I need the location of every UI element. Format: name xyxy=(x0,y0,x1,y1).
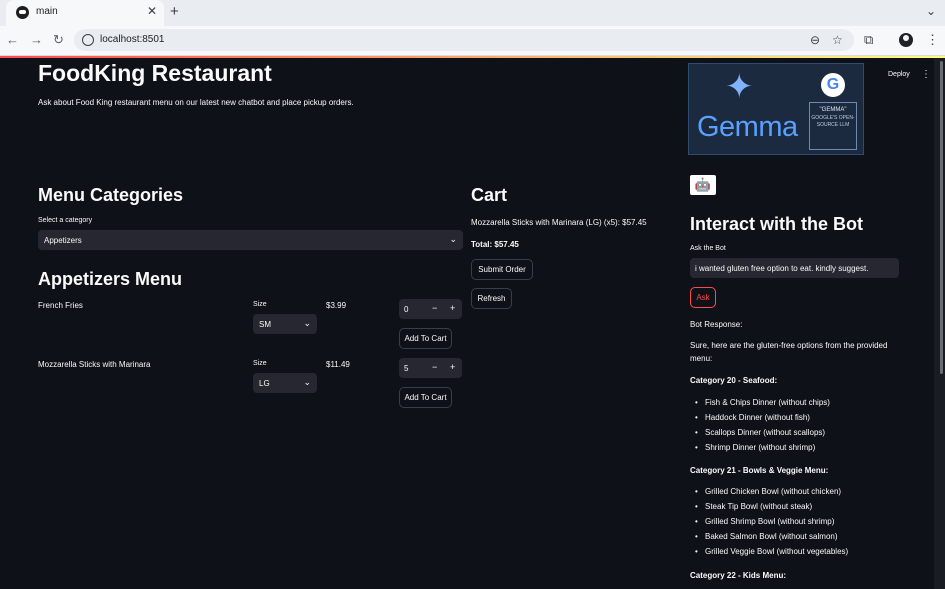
list-item: Steak Tip Bowl (without steak) xyxy=(695,502,812,511)
response-section-title: Category 22 - Kids Menu: xyxy=(690,571,787,580)
site-info-icon[interactable] xyxy=(82,34,94,46)
size-label: Size xyxy=(253,301,267,308)
item-price: $11.49 xyxy=(326,360,350,369)
bot-heading: Interact with the Bot xyxy=(690,214,864,234)
back-icon[interactable]: ← xyxy=(6,32,19,48)
menu-categories-heading: Menu Categories xyxy=(38,185,184,205)
bot-response-label: Bot Response: xyxy=(690,320,743,329)
browser-toolbar: ← → ↻ localhost:8501 ⊖ ☆ ⧉ ⋮ xyxy=(0,26,945,56)
deploy-button[interactable]: Deploy xyxy=(888,71,910,78)
chevron-down-icon: ⌄ xyxy=(303,377,311,387)
submit-order-button[interactable]: Submit Order xyxy=(471,259,533,280)
gemma-badge: "GEMMA" GOOGLE'S OPEN-SOURCE LLM xyxy=(809,102,857,150)
size-label: Size xyxy=(253,360,267,367)
url-text: localhost:8501 xyxy=(100,34,165,45)
list-item: Shrimp Dinner (without shrimp) xyxy=(695,443,815,452)
sparkle-icon: ✦ xyxy=(725,68,754,106)
zoom-icon[interactable]: ⊖ xyxy=(810,33,820,47)
cart-total: Total: $57.45 xyxy=(471,240,519,249)
extensions-icon[interactable]: ⧉ xyxy=(864,32,873,48)
quantity-value[interactable]: 0 xyxy=(404,305,408,314)
list-item: Grilled Shrimp Bowl (without shrimp) xyxy=(695,517,834,526)
quantity-stepper[interactable]: 0 − + xyxy=(399,299,462,319)
ask-input-label: Ask the Bot xyxy=(690,245,726,252)
new-tab-icon[interactable]: + xyxy=(170,3,179,20)
size-select[interactable]: SM ⌄ xyxy=(253,314,317,334)
category-select-label: Select a category xyxy=(38,217,93,224)
reload-icon[interactable]: ↻ xyxy=(53,32,64,48)
browser-tab[interactable]: main ✕ xyxy=(6,0,164,26)
bookmark-star-icon[interactable]: ☆ xyxy=(832,33,843,47)
page-subtitle: Ask about Food King restaurant menu on o… xyxy=(38,98,354,107)
list-item: Grilled Chicken Bowl (without chicken) xyxy=(695,487,841,496)
list-item: Grilled Veggie Bowl (without vegetables) xyxy=(695,547,848,556)
browser-tab-bar: main ✕ + ⌄ xyxy=(0,0,945,26)
robot-icon: 🤖 xyxy=(690,175,716,195)
cart-heading: Cart xyxy=(471,185,508,205)
address-bar[interactable]: localhost:8501 ⊖ ☆ xyxy=(74,29,854,51)
gemma-banner-image: ✦ Gemma G "GEMMA" GOOGLE'S OPEN-SOURCE L… xyxy=(688,63,864,155)
add-to-cart-button[interactable]: Add To Cart xyxy=(399,328,452,349)
list-item: Baked Salmon Bowl (without salmon) xyxy=(695,532,837,541)
profile-avatar-icon[interactable] xyxy=(899,33,913,47)
badge-text: GOOGLE'S OPEN-SOURCE LLM xyxy=(811,115,855,128)
increment-icon[interactable]: + xyxy=(450,362,455,372)
ask-bot-input-value: i wanted gluten free option to eat. kind… xyxy=(695,264,869,273)
chevron-down-icon: ⌄ xyxy=(449,234,457,244)
appetizers-menu-heading: Appetizers Menu xyxy=(38,269,183,289)
ask-button[interactable]: Ask xyxy=(690,287,716,308)
menu-item-name: French Fries xyxy=(38,301,83,310)
increment-icon[interactable]: + xyxy=(450,303,455,313)
quantity-value[interactable]: 5 xyxy=(404,364,408,373)
item-price: $3.99 xyxy=(326,301,347,310)
forward-icon[interactable]: → xyxy=(30,32,43,48)
decrement-icon[interactable]: − xyxy=(432,362,437,372)
add-to-cart-button[interactable]: Add To Cart xyxy=(399,387,452,408)
quantity-stepper[interactable]: 5 − + xyxy=(399,358,462,378)
google-logo-icon: G xyxy=(821,73,845,97)
cart-line-item: Mozzarella Sticks with Marinara (LG) (x5… xyxy=(471,218,647,227)
scrollbar-thumb[interactable] xyxy=(940,61,943,374)
chrome-menu-icon[interactable]: ⋮ xyxy=(926,32,939,48)
list-item: Haddock Dinner (without fish) xyxy=(695,413,810,422)
category-select[interactable]: Appetizers ⌄ xyxy=(38,230,463,250)
response-section-title: Category 21 - Bowls & Veggie Menu: xyxy=(690,466,829,475)
ask-bot-input[interactable]: i wanted gluten free option to eat. kind… xyxy=(690,258,899,278)
size-select-value: SM xyxy=(259,320,271,329)
refresh-button[interactable]: Refresh xyxy=(471,288,512,309)
streamlit-favicon-icon xyxy=(16,6,29,19)
page-title: FoodKing Restaurant xyxy=(38,60,272,86)
size-select[interactable]: LG ⌄ xyxy=(253,373,317,393)
size-select-value: LG xyxy=(259,379,270,388)
close-tab-icon[interactable]: ✕ xyxy=(147,4,157,18)
tab-search-chevron-icon[interactable]: ⌄ xyxy=(926,4,936,18)
tab-title: main xyxy=(36,6,58,17)
app-menu-icon[interactable]: ⋮ xyxy=(921,69,931,80)
bot-response-intro: Sure, here are the gluten-free options f… xyxy=(690,341,888,363)
list-item: Fish & Chips Dinner (without chips) xyxy=(695,398,830,407)
gemma-logo-text: Gemma xyxy=(697,111,798,143)
badge-title: "GEMMA" xyxy=(819,107,847,113)
list-item: Scallops Dinner (without scallops) xyxy=(695,428,825,437)
response-section-title: Category 20 - Seafood: xyxy=(690,376,778,385)
main-content xyxy=(0,58,676,589)
menu-item-name: Mozzarella Sticks with Marinara xyxy=(38,360,151,369)
chevron-down-icon: ⌄ xyxy=(303,318,311,328)
category-select-value: Appetizers xyxy=(44,236,82,245)
decrement-icon[interactable]: − xyxy=(432,303,437,313)
